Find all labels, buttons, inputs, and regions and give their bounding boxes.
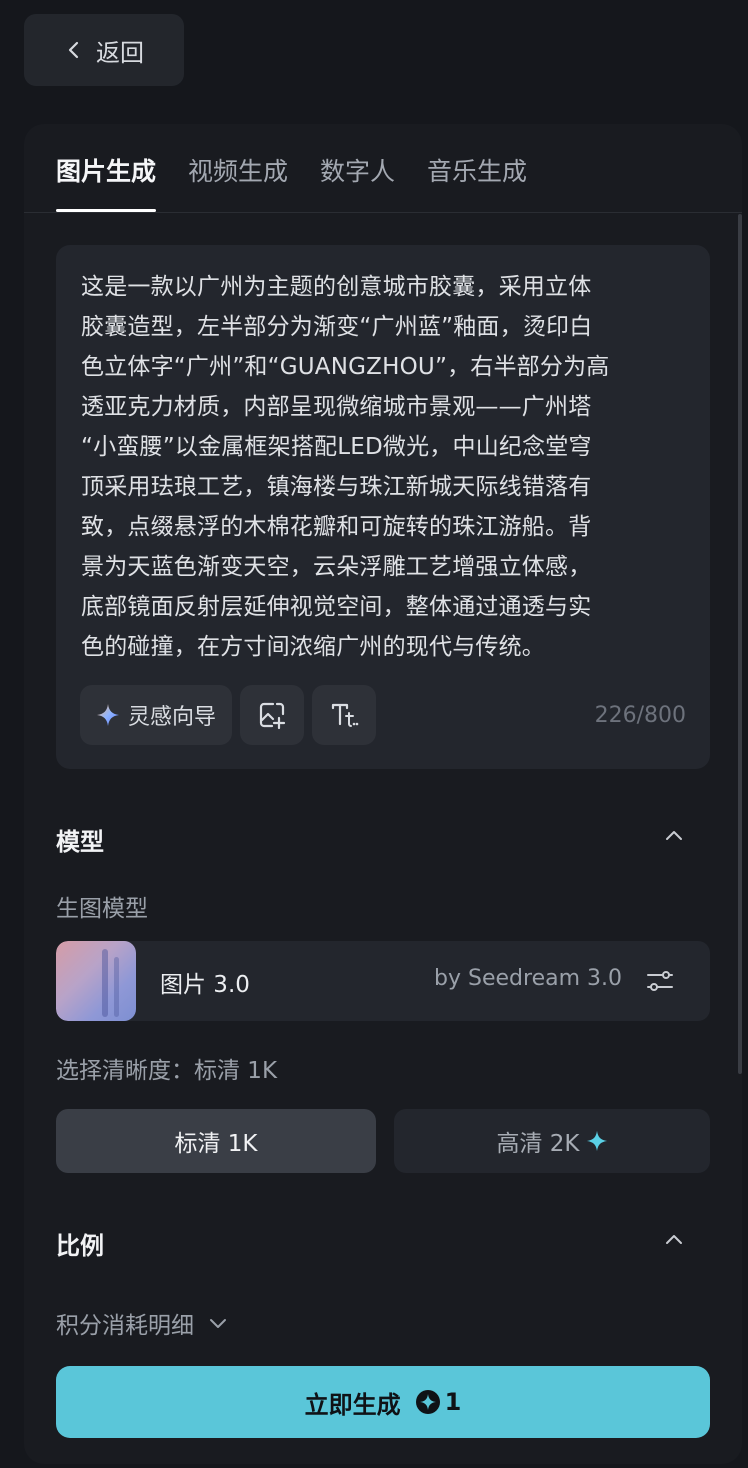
chevron-up-icon[interactable] [664,1230,684,1250]
prompt-toolbar: 灵感向导 [80,685,377,745]
prompt-line: 色立体字“广州”和“GUANGZHOU”，右半部分为高 [81,354,610,380]
prompt-line: 顶采用珐琅工艺，镇海楼与珠江新城天际线错落有 [81,474,592,500]
prompt-text[interactable]: 这是一款以广州为主题的创意城市胶囊，采用立体 胶囊造型，左半部分为渐变“广州蓝”… [81,267,685,667]
generate-button[interactable]: 立即生成 1 [56,1366,710,1438]
credit-coin-icon [415,1390,440,1414]
back-button[interactable]: 返回 [24,14,184,86]
text-format-icon [331,703,359,727]
inspiration-guide-button[interactable]: 灵感向导 [80,685,233,745]
prompt-line: 景为天蓝色渐变天空，云朵浮雕工艺增强立体感， [81,554,592,580]
back-label: 返回 [96,38,144,67]
character-counter: 226/800 [594,703,686,728]
ratio-section-title: 比例 [56,1232,104,1260]
model-sub-label: 生图模型 [56,896,148,922]
prompt-line: 致，点缀悬浮的木棉花瓣和可旋转的珠江游船。背 [81,514,592,540]
chevron-down-icon [210,1319,226,1328]
reference-image-button[interactable] [240,685,305,745]
model-selector[interactable]: 图片 3.0 by Seedream 3.0 [56,941,710,1021]
tab-music-generation[interactable]: 音乐生成 [427,152,527,212]
sparkle-icon [586,1130,607,1152]
prompt-line: 这是一款以广州为主题的创意城市胶囊，采用立体 [81,274,592,300]
tabs-divider [24,212,742,213]
text-style-button[interactable] [312,685,377,745]
scrollbar[interactable] [738,214,742,1074]
model-thumbnail [56,941,136,1021]
credits-detail-toggle[interactable]: 积分消耗明细 [56,1306,228,1340]
resolution-option-label: 标清 1K [174,1131,258,1157]
tab-image-generation[interactable]: 图片生成 [56,152,157,212]
prompt-line: 色的碰撞，在方寸间浓缩广州的现代与传统。 [81,634,545,660]
prompt-line: 透亚克力材质，内部呈现微缩城市景观——广州塔 [81,394,592,420]
resolution-options: 标清 1K 高清 2K [56,1109,710,1173]
sparkle-icon [97,704,119,726]
resolution-option-1k[interactable]: 标清 1K [56,1109,376,1173]
image-add-icon [259,702,286,730]
chevron-up-icon[interactable] [664,826,684,846]
credit-cost-value: 1 [444,1388,462,1416]
inspiration-guide-label: 灵感向导 [128,705,217,730]
resolution-label: 选择清晰度：标清 1K [56,1058,278,1084]
prompt-line: 胶囊造型，左半部分为渐变“广州蓝”釉面，烫印白 [81,314,593,340]
prompt-editor[interactable]: 这是一款以广州为主题的创意城市胶囊，采用立体 胶囊造型，左半部分为渐变“广州蓝”… [56,245,710,769]
model-provider: by Seedream 3.0 [434,966,622,991]
prompt-line: 底部镜面反射层延伸视觉空间，整体通过通透与实 [81,594,592,620]
resolution-option-2k[interactable]: 高清 2K [394,1109,710,1173]
credits-detail-label: 积分消耗明细 [56,1313,194,1339]
credit-cost: 1 [415,1388,462,1416]
tab-digital-human[interactable]: 数字人 [320,152,395,212]
resolution-option-label: 高清 2K [496,1131,580,1157]
sliders-icon[interactable] [646,968,674,994]
prompt-line: “小蛮腰”以金属框架搭配LED微光，中山纪念堂穹 [81,434,592,460]
model-section-title: 模型 [56,828,104,856]
chevron-left-icon [68,41,79,59]
generation-panel: 图片生成 视频生成 数字人 音乐生成 这是一款以广州为主题的创意城市胶囊，采用立… [24,124,742,1464]
tab-bar: 图片生成 视频生成 数字人 音乐生成 [56,152,527,212]
model-name: 图片 3.0 [160,972,250,998]
generate-label: 立即生成 [304,1390,401,1419]
tab-video-generation[interactable]: 视频生成 [188,152,288,212]
